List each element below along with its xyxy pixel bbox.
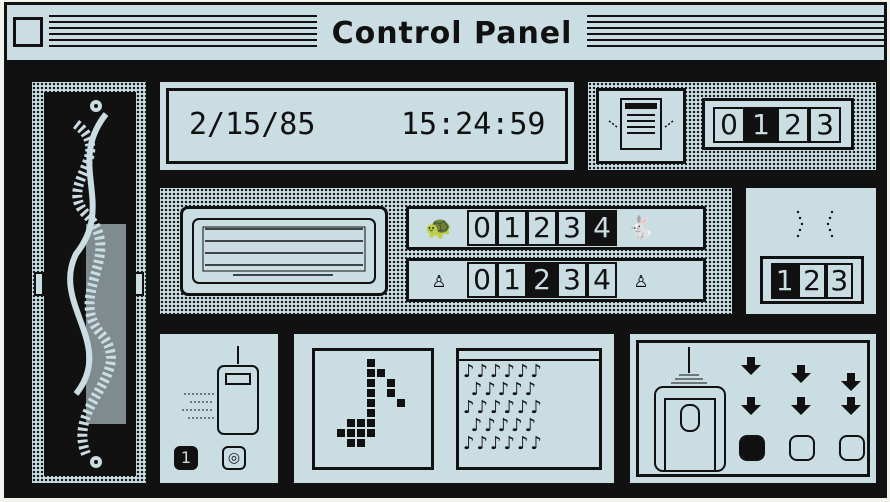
speaker-volume-panel: 0123 bbox=[585, 79, 879, 173]
time-display[interactable]: 15:24:59 bbox=[401, 107, 546, 142]
delay-option-1[interactable]: 1 bbox=[497, 262, 527, 298]
date-display[interactable]: 2/15/85 bbox=[189, 107, 315, 142]
key-delay-selector[interactable]: ♙ 01234 ♙ bbox=[406, 258, 706, 302]
double-click-option-fast[interactable] bbox=[839, 435, 865, 461]
delay-option-3[interactable]: 3 bbox=[557, 262, 587, 298]
desktop-pattern-panel[interactable] bbox=[29, 79, 149, 486]
title-bar[interactable]: Control Panel bbox=[7, 5, 884, 63]
mouse-icon bbox=[180, 344, 270, 444]
repeat-rate-option-2[interactable]: 2 bbox=[527, 210, 557, 246]
speaker-icon bbox=[596, 88, 686, 164]
mouse-tracking-panel: 1 ◎ bbox=[157, 331, 281, 486]
double-click-inner bbox=[636, 340, 870, 477]
pattern-right-arrow[interactable] bbox=[134, 272, 144, 296]
volume-option-0[interactable]: 0 bbox=[713, 107, 745, 143]
blink-option-2[interactable]: 2 bbox=[798, 263, 826, 299]
repeat-rate-option-1[interactable]: 1 bbox=[497, 210, 527, 246]
close-box[interactable] bbox=[7, 11, 49, 53]
delay-option-4[interactable]: 4 bbox=[587, 262, 617, 298]
short-delay-icon: ♙ bbox=[634, 267, 648, 293]
pattern-left-arrow[interactable] bbox=[34, 272, 44, 296]
date-time-panel: 2/15/85 15:24:59 bbox=[157, 79, 577, 173]
turtle-icon: 🐢 bbox=[425, 215, 453, 241]
volume-option-2[interactable]: 2 bbox=[777, 107, 809, 143]
pattern-preview[interactable]: ♪♪♪♪♪♪ ♪♪♪♪♪ ♪♪♪♪♪♪ ♪♪♪♪♪ ♪♪♪♪♪♪ bbox=[456, 348, 602, 470]
key-repeat-rate-selector[interactable]: 🐢 01234 🐇 bbox=[406, 206, 706, 250]
caret-blink-selector[interactable]: 123 bbox=[760, 256, 864, 304]
control-panel-window: Control Panel 2/15/85 15:24:59 0 1 2 3 🐢… bbox=[4, 2, 887, 498]
mouse-tracking-option-1[interactable]: 1 bbox=[174, 446, 198, 470]
repeat-rate-option-3[interactable]: 3 bbox=[557, 210, 587, 246]
caret-blink-panel: 123 bbox=[743, 185, 879, 317]
volume-option-3[interactable]: 3 bbox=[809, 107, 841, 143]
control-panel-content: 2/15/85 15:24:59 0123 🐢 0 1 2 3 4 🐇 ♙ 0 … bbox=[7, 63, 884, 495]
double-click-option-medium[interactable] bbox=[789, 435, 815, 461]
double-click-panel bbox=[627, 331, 879, 486]
insertion-point-icon bbox=[780, 206, 850, 246]
delay-option-0[interactable]: 0 bbox=[467, 262, 497, 298]
mouse-tracking-selector[interactable]: 1 ◎ bbox=[174, 446, 246, 470]
keyboard-panel: 🐢 01234 🐇 ♙ 01234 ♙ bbox=[157, 185, 735, 317]
repeat-rate-option-4[interactable]: 4 bbox=[587, 210, 617, 246]
rabbit-icon: 🐇 bbox=[627, 215, 655, 241]
window-title: Control Panel bbox=[317, 15, 587, 53]
long-delay-icon: ♙ bbox=[432, 267, 446, 293]
pattern-editor-panel: ♪♪♪♪♪♪ ♪♪♪♪♪ ♪♪♪♪♪♪ ♪♪♪♪♪ ♪♪♪♪♪♪ bbox=[291, 331, 617, 486]
desktop-pattern-preview[interactable] bbox=[44, 92, 136, 476]
blink-option-1[interactable]: 1 bbox=[771, 263, 799, 299]
fat-bits-editor[interactable] bbox=[312, 348, 434, 470]
blink-option-3[interactable]: 3 bbox=[825, 263, 853, 299]
double-click-option-slow[interactable] bbox=[739, 435, 765, 461]
keyboard-icon bbox=[180, 206, 388, 296]
mouse-tracking-option-2[interactable]: ◎ bbox=[222, 446, 246, 470]
delay-option-2[interactable]: 2 bbox=[527, 262, 557, 298]
speaker-volume-selector[interactable]: 0123 bbox=[702, 98, 854, 150]
repeat-rate-option-0[interactable]: 0 bbox=[467, 210, 497, 246]
volume-option-1[interactable]: 1 bbox=[745, 107, 777, 143]
